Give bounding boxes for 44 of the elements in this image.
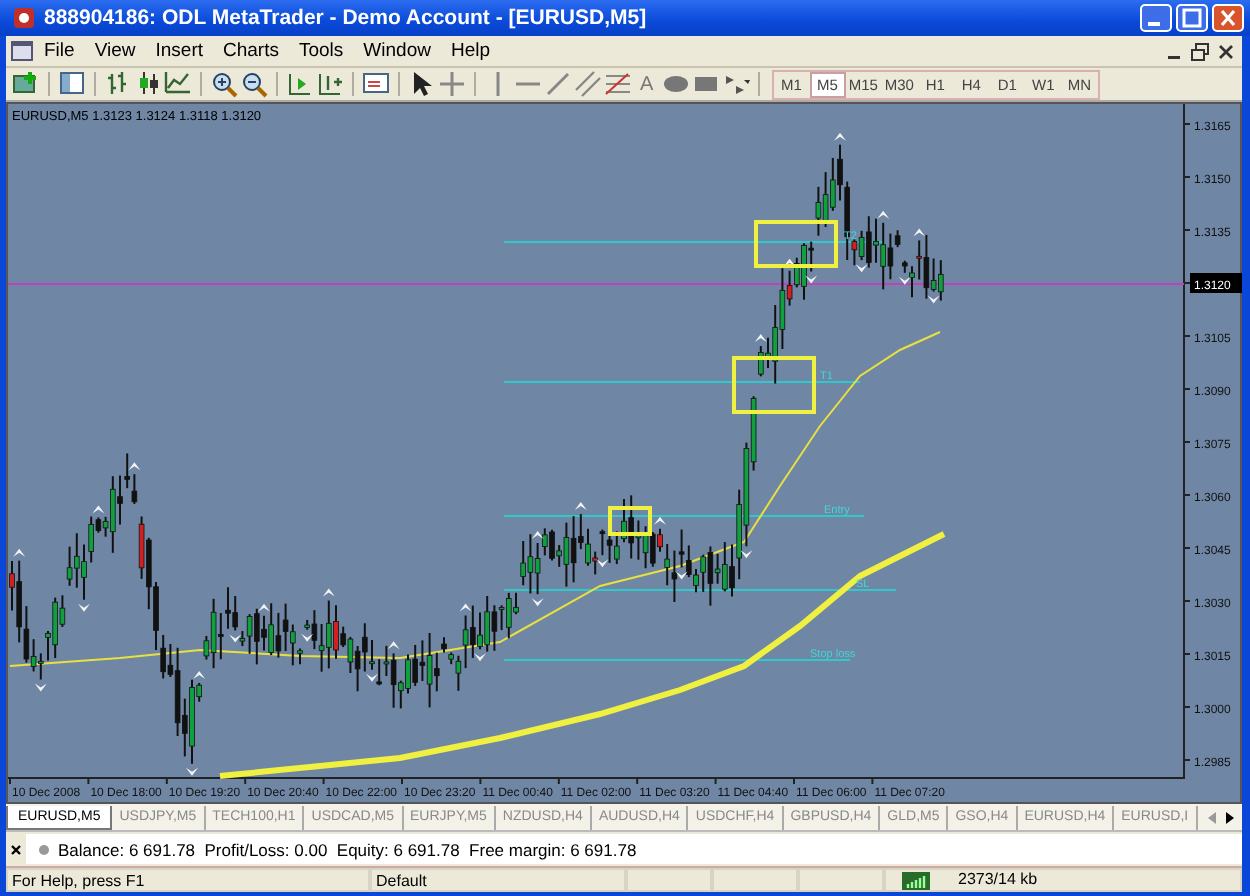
text-tool-button[interactable]: A bbox=[634, 73, 660, 95]
menu-item[interactable]: Tools bbox=[288, 40, 354, 62]
status-panel bbox=[626, 868, 712, 892]
menu-item[interactable]: Insert bbox=[145, 40, 213, 62]
fibonacci-icon[interactable] bbox=[604, 70, 632, 98]
auto-scroll-icon[interactable] bbox=[286, 70, 314, 98]
status-text: For Help, press F1 bbox=[6, 868, 370, 892]
profile-name: Default bbox=[370, 868, 626, 892]
line-chart-icon[interactable] bbox=[164, 70, 192, 98]
highlight-rectangle bbox=[754, 220, 838, 268]
indicators-icon[interactable] bbox=[362, 70, 390, 98]
trendline-icon[interactable] bbox=[544, 70, 572, 98]
window-title: 888904186: ODL MetaTrader - Demo Account - [EURUSD,M5] bbox=[44, 6, 647, 30]
channel-icon[interactable] bbox=[574, 70, 602, 98]
menu-item[interactable]: Charts bbox=[213, 40, 289, 62]
account-summary: Balance: 6 691.78 Profit/Loss: 0.00 Equity: 6 691.78 Free margin: 6 691.78 bbox=[58, 839, 637, 859]
traffic-counter: 2373/14 kb bbox=[958, 868, 1038, 892]
menu-item[interactable]: Window bbox=[353, 40, 441, 62]
ellipse-icon[interactable] bbox=[661, 70, 690, 98]
status-dot-icon bbox=[38, 843, 50, 855]
connection-bars-icon bbox=[902, 871, 930, 889]
close-icon[interactable] bbox=[10, 843, 22, 855]
menu-item[interactable]: File bbox=[34, 40, 85, 62]
highlight-rectangle bbox=[732, 356, 816, 414]
new-chart-icon[interactable] bbox=[12, 70, 40, 98]
arrows-icon[interactable] bbox=[721, 70, 750, 98]
minimize-button[interactable] bbox=[1140, 4, 1172, 32]
candlestick-icon[interactable] bbox=[134, 70, 162, 98]
highlight-rectangle bbox=[608, 506, 652, 536]
chart-window-icon bbox=[10, 40, 34, 62]
zoom-out-icon[interactable] bbox=[240, 70, 268, 98]
scroll-right-icon[interactable] bbox=[1224, 809, 1236, 825]
zoom-in-icon[interactable] bbox=[210, 70, 238, 98]
menu-item[interactable]: View bbox=[84, 40, 146, 62]
maximize-button[interactable] bbox=[1176, 4, 1208, 32]
menu-item[interactable]: Help bbox=[440, 40, 501, 62]
status-panel bbox=[712, 868, 798, 892]
close-button[interactable] bbox=[1216, 41, 1236, 61]
chart-shift-icon[interactable] bbox=[316, 70, 344, 98]
cursor-icon[interactable] bbox=[408, 70, 436, 98]
window-icon[interactable] bbox=[58, 70, 86, 98]
app-icon bbox=[12, 6, 36, 30]
restore-button[interactable] bbox=[1190, 41, 1210, 61]
bar-chart-icon[interactable] bbox=[104, 70, 132, 98]
